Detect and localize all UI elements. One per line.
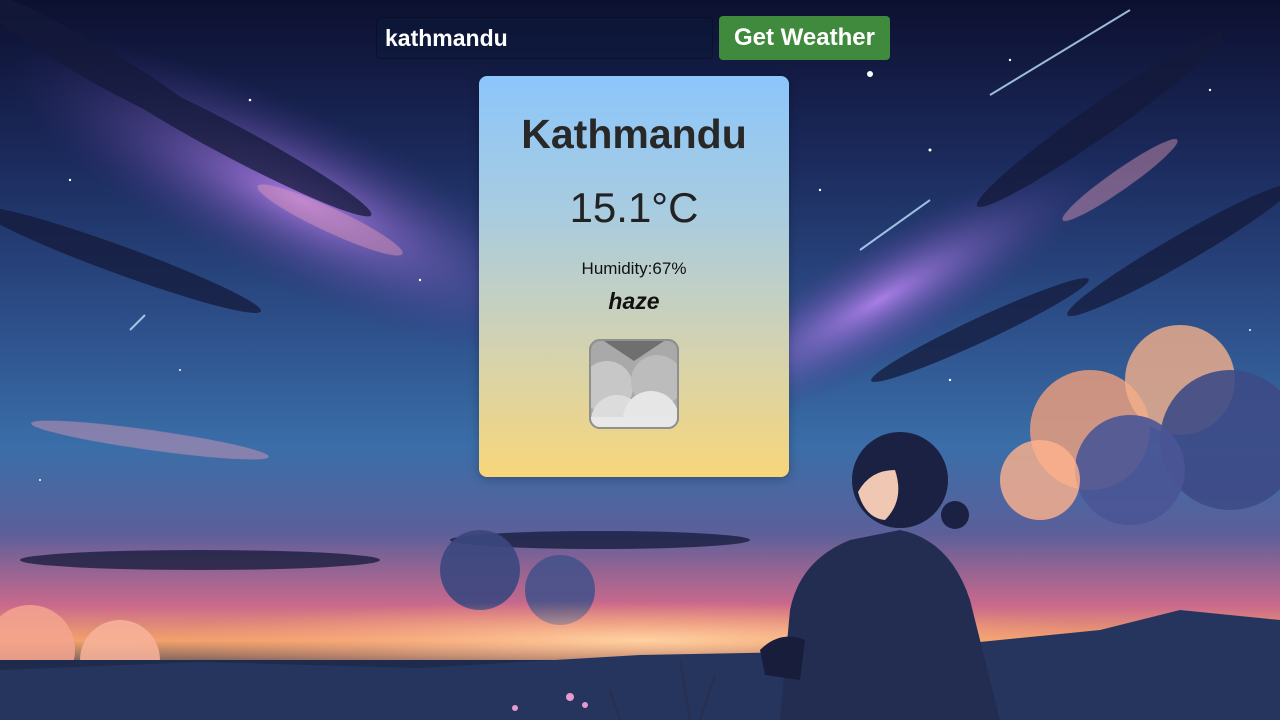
city-search-input[interactable] [376, 17, 713, 59]
app-background: Get Weather Kathmandu 15.1°C Humidity:67… [0, 0, 1280, 720]
search-bar: Get Weather [376, 16, 890, 60]
temperature: 15.1°C [569, 184, 699, 231]
humidity-value: 67% [652, 259, 687, 278]
haze-cloud-icon [589, 339, 679, 429]
humidity-label: Humidity: [581, 259, 653, 278]
get-weather-button[interactable]: Get Weather [719, 16, 890, 60]
weather-condition: haze [608, 288, 660, 314]
city-name: Kathmandu [521, 111, 747, 157]
humidity: Humidity:67% [582, 260, 687, 277]
weather-card: Kathmandu 15.1°C Humidity:67% haze [479, 76, 789, 477]
